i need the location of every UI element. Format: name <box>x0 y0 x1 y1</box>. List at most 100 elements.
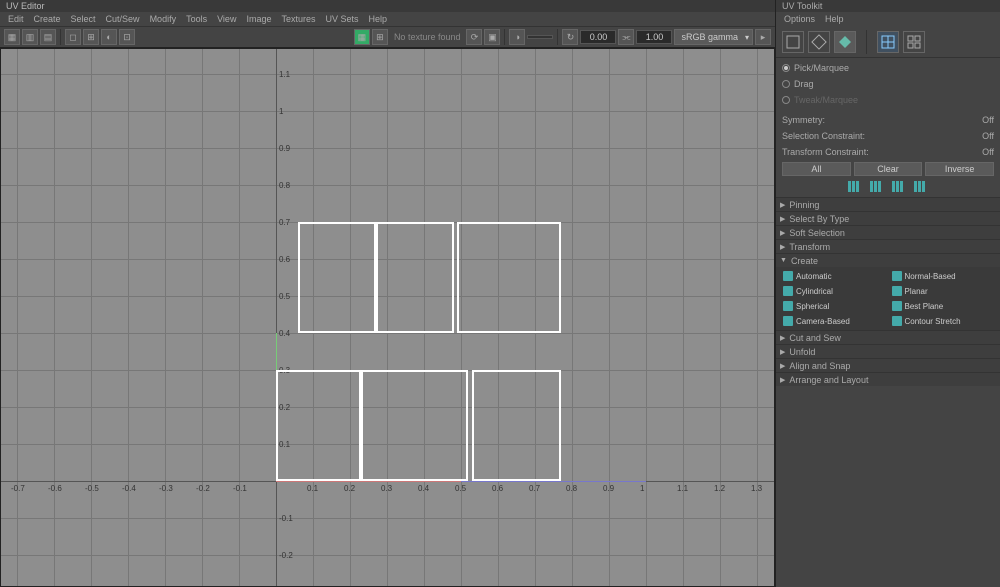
section-label: Soft Selection <box>789 228 845 238</box>
sel-constraint-label: Selection Constraint: <box>782 131 865 141</box>
section-label: Transform <box>789 242 830 252</box>
checker-icon[interactable]: ▦ <box>354 29 370 45</box>
menu-view[interactable]: View <box>213 14 240 24</box>
shaded-icon[interactable]: ⊞ <box>83 29 99 45</box>
convert-shrink-icon[interactable] <box>848 181 862 192</box>
snapshot-icon[interactable]: ▦ <box>4 29 20 45</box>
section-label: Select By Type <box>789 214 849 224</box>
menu-image[interactable]: Image <box>242 14 275 24</box>
uv-shell[interactable] <box>276 370 361 481</box>
btn-label: Normal-Based <box>905 272 956 281</box>
create-normal-button[interactable]: Normal-Based <box>889 269 997 283</box>
create-planar-button[interactable]: Planar <box>889 284 997 298</box>
sel-constraint-value[interactable]: Off <box>982 131 994 141</box>
chevron-right-icon: ▶ <box>780 348 785 356</box>
menu-uvsets[interactable]: UV Sets <box>321 14 362 24</box>
uv-editor-toolbar: ▦ ▥ ▤ ◻ ⊞ ◐ ⊡ ▦ ⊞ No texture found ⟳ ▣ ◑… <box>0 26 775 48</box>
mode-drag-row[interactable]: Drag <box>782 76 994 92</box>
create-cylindrical-button[interactable]: Cylindrical <box>780 284 888 298</box>
lattice-tool-icon[interactable] <box>877 31 899 53</box>
colorspace-dropdown[interactable]: sRGB gamma <box>674 29 753 45</box>
settings-icon[interactable]: ⊡ <box>119 29 135 45</box>
uv-shell[interactable] <box>298 222 376 333</box>
uv-vertex-icon[interactable] <box>808 31 830 53</box>
menu-cutsew[interactable]: Cut/Sew <box>102 14 144 24</box>
menu-textures[interactable]: Textures <box>277 14 319 24</box>
uv-shell[interactable] <box>457 222 561 333</box>
exposure-icon[interactable]: ◑ <box>509 29 525 45</box>
menu-modify[interactable]: Modify <box>146 14 181 24</box>
section-transform[interactable]: ▶Transform <box>776 239 1000 253</box>
refresh-icon[interactable]: ↻ <box>562 29 578 45</box>
uv-viewport[interactable]: -0.7-0.6-0.5-0.4-0.3-0.2-0.10.10.20.30.4… <box>0 48 775 587</box>
section-arrange[interactable]: ▶ Arrange and Layout <box>776 372 1000 386</box>
normal-icon <box>892 271 902 281</box>
chevron-right-icon: ▶ <box>780 376 785 384</box>
create-automatic-button[interactable]: Automatic <box>780 269 888 283</box>
link-icon[interactable]: ⫘ <box>618 29 634 45</box>
create-camera-button[interactable]: Camera-Based <box>780 314 888 328</box>
chevron-right-icon: ▶ <box>780 334 785 342</box>
section-create[interactable]: ▼Create <box>776 253 1000 267</box>
select-all-button[interactable]: All <box>782 162 851 176</box>
uv-face-icon[interactable] <box>834 31 856 53</box>
convert-grow-icon[interactable] <box>870 181 884 192</box>
section-label: Pinning <box>789 200 819 210</box>
close-panel-icon[interactable]: ▸ <box>755 29 771 45</box>
section-align-snap[interactable]: ▶ Align and Snap <box>776 358 1000 372</box>
menu-edit[interactable]: Edit <box>4 14 28 24</box>
menu-tools[interactable]: Tools <box>182 14 211 24</box>
create-contour-button[interactable]: Contour Stretch <box>889 314 997 328</box>
section-label: Align and Snap <box>789 361 850 371</box>
select-inverse-button[interactable]: Inverse <box>925 162 994 176</box>
uv-shell[interactable] <box>376 222 454 333</box>
bestplane-icon <box>892 301 902 311</box>
rotation-field[interactable]: 0.00 <box>580 30 616 44</box>
create-spherical-button[interactable]: Spherical <box>780 299 888 313</box>
convert-border-icon[interactable] <box>914 181 928 192</box>
section-pinning[interactable]: ▶Pinning <box>776 197 1000 211</box>
xform-constraint-label: Transform Constraint: <box>782 147 869 157</box>
xform-constraint-value[interactable]: Off <box>982 147 994 157</box>
section-label: Arrange and Layout <box>789 375 868 385</box>
convert-shell-icon[interactable] <box>892 181 906 192</box>
planar-icon <box>892 286 902 296</box>
menu-select[interactable]: Select <box>67 14 100 24</box>
menu-create[interactable]: Create <box>30 14 65 24</box>
btn-label: Spherical <box>796 302 829 311</box>
toolkit-component-row <box>776 26 1000 58</box>
reload-icon[interactable]: ⟳ <box>466 29 482 45</box>
section-unfold[interactable]: ▶Unfold <box>776 344 1000 358</box>
uv-shell[interactable] <box>361 370 468 481</box>
chevron-right-icon: ▶ <box>780 215 785 223</box>
grid-tool-icon[interactable] <box>903 31 925 53</box>
mode-pick-row[interactable]: Pick/Marquee <box>782 60 994 76</box>
exposure-slider[interactable] <box>527 35 553 39</box>
uv-shell[interactable] <box>472 370 561 481</box>
pixel-snap-icon[interactable]: ▤ <box>40 29 56 45</box>
isolate-icon[interactable]: ◻ <box>65 29 81 45</box>
chevron-right-icon: ▶ <box>780 362 785 370</box>
grid-toggle-icon[interactable]: ▥ <box>22 29 38 45</box>
create-bestplane-button[interactable]: Best Plane <box>889 299 997 313</box>
cylindrical-icon <box>783 286 793 296</box>
scale-field[interactable]: 1.00 <box>636 30 672 44</box>
btn-label: Contour Stretch <box>905 317 961 326</box>
uv-editor-titlebar: UV Editor <box>0 0 775 12</box>
dim-icon[interactable]: ◐ <box>101 29 117 45</box>
select-clear-button[interactable]: Clear <box>854 162 923 176</box>
toolkit-menu-options[interactable]: Options <box>780 14 819 24</box>
uv-shell-icon[interactable] <box>782 31 804 53</box>
section-select-by-type[interactable]: ▶ Select By Type <box>776 211 1000 225</box>
section-cut-sew[interactable]: ▶ Cut and Sew <box>776 330 1000 344</box>
display-mode-icon[interactable]: ⊞ <box>372 29 388 45</box>
toolkit-menu-help[interactable]: Help <box>821 14 848 24</box>
mode-tweak-row: Tweak/Marquee <box>782 92 994 108</box>
section-label: Cut and Sew <box>789 333 841 343</box>
section-soft-selection[interactable]: ▶Soft Selection <box>776 225 1000 239</box>
toolkit-menubar: Options Help <box>776 12 1000 26</box>
symmetry-value[interactable]: Off <box>982 115 994 125</box>
bake-icon[interactable]: ▣ <box>484 29 500 45</box>
menu-help[interactable]: Help <box>365 14 392 24</box>
btn-label: Best Plane <box>905 302 944 311</box>
